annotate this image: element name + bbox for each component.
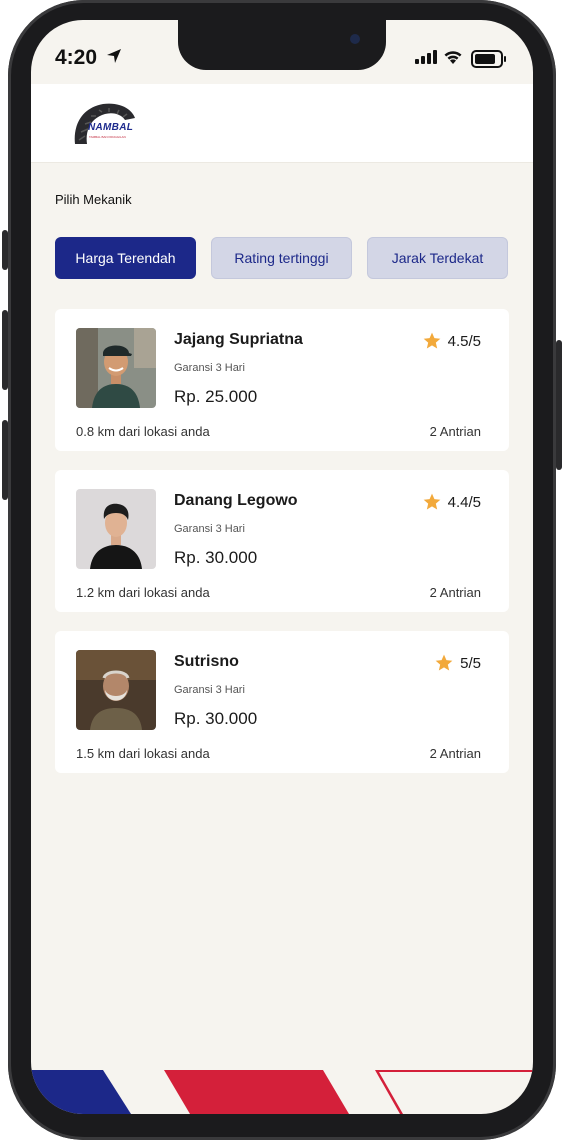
mechanic-rating: 4.4/5 [422, 492, 481, 512]
mechanic-price: Rp. 30.000 [174, 548, 258, 567]
wifi-icon [444, 51, 462, 64]
mechanic-name: Jajang Supriatna [174, 331, 303, 348]
front-camera [350, 34, 360, 44]
mechanic-name: Danang Legowo [174, 492, 298, 509]
cellular-signal-icon [415, 50, 437, 64]
status-time: 4:20 [55, 46, 98, 69]
rating-value: 5/5 [460, 654, 481, 672]
mechanic-price: Rp. 30.000 [174, 709, 258, 728]
mechanic-price: Rp. 25.000 [174, 387, 258, 406]
mechanic-rating: 4.5/5 [422, 331, 481, 351]
mechanic-queue: 2 Antrian [429, 585, 481, 600]
mechanic-queue: 2 Antrian [429, 424, 481, 439]
mechanic-avatar [76, 328, 156, 408]
location-arrow-icon [107, 49, 121, 63]
mechanic-name: Sutrisno [174, 653, 239, 670]
mechanic-warranty: Garansi 3 Hari [174, 523, 245, 535]
rating-value: 4.5/5 [447, 332, 481, 350]
star-icon [423, 332, 440, 349]
mechanic-card[interactable]: Jajang Supriatna Garansi 3 Hari Rp. 25.0… [55, 309, 509, 451]
filter-highest-rating-button[interactable]: Rating tertinggi [211, 237, 352, 279]
battery-icon [471, 50, 506, 68]
mechanic-queue: 2 Antrian [429, 746, 481, 761]
star-icon [423, 493, 440, 510]
notch [178, 20, 386, 70]
side-button [2, 230, 8, 270]
side-button [556, 340, 562, 470]
filter-lowest-price-button[interactable]: Harga Terendah [55, 237, 196, 279]
mechanic-card[interactable]: Danang Legowo Garansi 3 Hari Rp. 30.000 … [55, 470, 509, 612]
footer-decoration [31, 1070, 533, 1114]
brand-tagline: TAMBAL BAN PANGGILAN [89, 135, 126, 139]
rating-value: 4.4/5 [447, 493, 481, 511]
mechanic-distance: 1.2 km dari lokasi anda [76, 585, 210, 600]
star-icon [435, 654, 453, 671]
page-title: Pilih Mekanik [55, 192, 132, 207]
mechanic-distance: 1.5 km dari lokasi anda [76, 746, 210, 761]
brand-name: NAMBAL [88, 122, 134, 133]
side-button [2, 420, 8, 500]
mechanic-distance: 0.8 km dari lokasi anda [76, 424, 210, 439]
app-screen: 4:20 NAMBAL TAMBAL BAN PANGGILAN Pilih M… [31, 20, 533, 1114]
mechanic-avatar [76, 650, 156, 730]
mechanic-warranty: Garansi 3 Hari [174, 684, 245, 696]
side-button [2, 310, 8, 390]
mechanic-avatar [76, 489, 156, 569]
filter-nearest-distance-button[interactable]: Jarak Terdekat [367, 237, 508, 279]
mechanic-rating: 5/5 [434, 653, 481, 673]
mechanic-card[interactable]: Sutrisno Garansi 3 Hari Rp. 30.000 5/5 1… [55, 631, 509, 773]
mechanic-warranty: Garansi 3 Hari [174, 362, 245, 374]
app-header: NAMBAL TAMBAL BAN PANGGILAN [31, 84, 533, 163]
